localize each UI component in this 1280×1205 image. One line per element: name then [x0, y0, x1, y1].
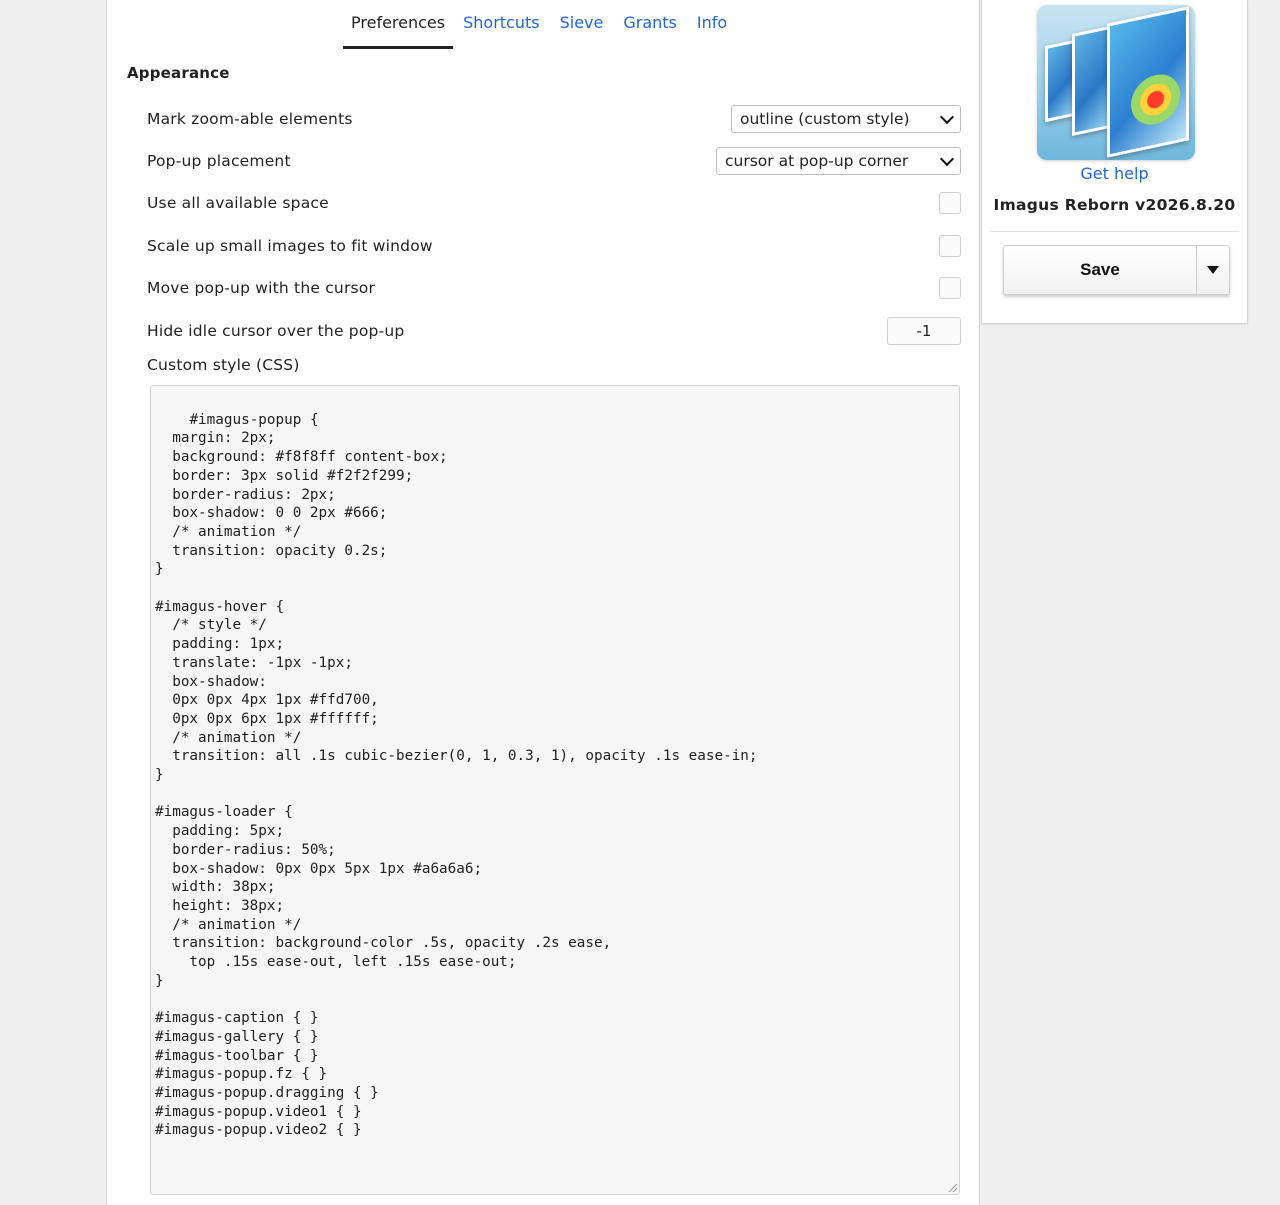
tab-shortcuts[interactable]: Shortcuts [453, 0, 549, 46]
chevron-down-icon [939, 151, 955, 167]
mark-zoomable-select[interactable]: outline (custom style) [731, 105, 961, 133]
save-split-button: Save [1003, 245, 1230, 295]
setting-row-hide-cursor: Hide idle cursor over the pop-up -1 [147, 314, 961, 348]
setting-label: Move pop-up with the cursor [147, 279, 376, 297]
use-all-space-checkbox[interactable] [939, 192, 961, 214]
save-button[interactable]: Save [1004, 246, 1196, 294]
logo-frame [1107, 6, 1189, 158]
tab-sieve[interactable]: Sieve [550, 0, 614, 46]
setting-label: Mark zoom-able elements [147, 110, 353, 128]
imagus-logo-icon [1037, 5, 1195, 160]
sidebar: Get help Imagus Reborn v2026.8.20 Save [981, 0, 1248, 324]
options-panel: Preferences Shortcuts Sieve Grants Info … [106, 0, 980, 1205]
setting-row-scale-up: Scale up small images to fit window [147, 229, 961, 263]
setting-label: Hide idle cursor over the pop-up [147, 322, 405, 340]
setting-row-move-popup: Move pop-up with the cursor [147, 271, 961, 305]
get-help-link[interactable]: Get help [982, 164, 1247, 183]
setting-label: Scale up small images to fit window [147, 237, 433, 255]
triangle-down-icon [1207, 266, 1219, 274]
hide-cursor-input[interactable]: -1 [887, 317, 961, 345]
setting-row-popup-placement: Pop-up placement cursor at pop-up corner [147, 144, 961, 178]
tab-info[interactable]: Info [687, 0, 737, 46]
save-menu-button[interactable] [1196, 246, 1229, 294]
setting-row-use-all-space: Use all available space [147, 186, 961, 220]
setting-label: Pop-up placement [147, 152, 291, 170]
select-value: outline (custom style) [740, 110, 910, 128]
custom-css-textarea[interactable]: #imagus-popup { margin: 2px; background:… [150, 385, 960, 1195]
css-text: #imagus-popup { margin: 2px; background:… [155, 411, 758, 1139]
logo-frame [1045, 39, 1075, 123]
scale-up-checkbox[interactable] [939, 235, 961, 257]
resize-grip-icon[interactable] [949, 1184, 957, 1192]
divider [990, 231, 1239, 232]
tab-preferences[interactable]: Preferences [343, 0, 454, 49]
custom-css-label: Custom style (CSS) [147, 356, 300, 374]
popup-placement-select[interactable]: cursor at pop-up corner [716, 147, 961, 175]
setting-row-mark-zoomable: Mark zoom-able elements outline (custom … [147, 102, 961, 136]
section-title: Appearance [127, 64, 230, 82]
tab-bar: Preferences Shortcuts Sieve Grants Info [343, 0, 737, 49]
setting-label: Use all available space [147, 194, 329, 212]
version-label: Imagus Reborn v2026.8.20 [993, 196, 1236, 214]
logo-frame [1072, 25, 1110, 137]
chevron-down-icon [939, 109, 955, 125]
move-popup-checkbox[interactable] [939, 277, 961, 299]
select-value: cursor at pop-up corner [725, 152, 909, 170]
tab-grants[interactable]: Grants [613, 0, 687, 46]
